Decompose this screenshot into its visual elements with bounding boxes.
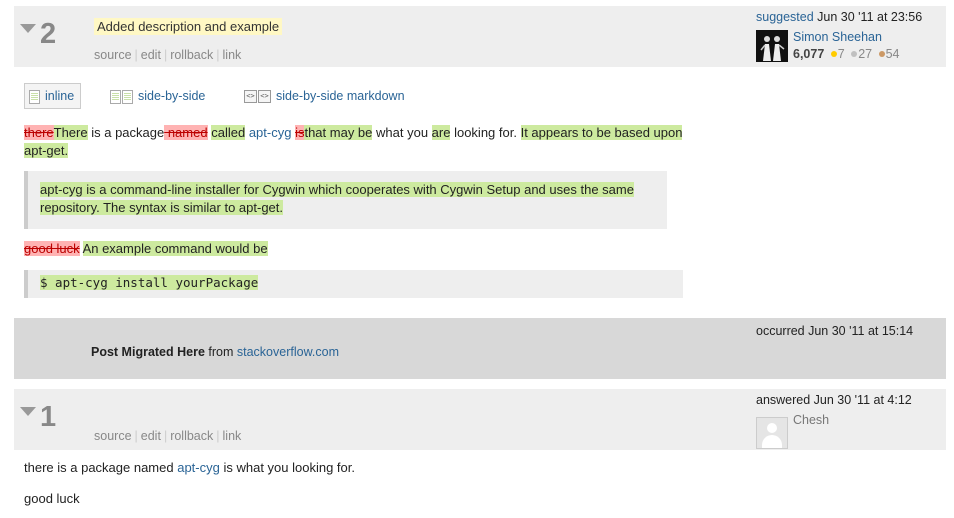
permalink[interactable]: link	[223, 429, 242, 443]
revision-1-paragraph-2: good luck	[24, 491, 80, 506]
edit-link[interactable]: edit	[141, 48, 161, 62]
revision-comment: Added description and example	[94, 18, 283, 35]
action-date: Jun 30 '11 at 23:56	[817, 10, 923, 24]
tab-label: side-by-side markdown	[276, 89, 405, 103]
markdown-icon: <>	[244, 90, 257, 104]
added-text: are	[431, 125, 451, 140]
added-text: An example command would be	[82, 241, 268, 256]
user-name-link[interactable]: Simon Sheehan	[793, 30, 882, 44]
revision-number: 1	[40, 401, 57, 433]
suggested-link[interactable]: suggested	[756, 10, 814, 24]
tab-side-by-side-markdown[interactable]: <> <> side-by-side markdown	[244, 83, 405, 109]
avatar[interactable]	[756, 417, 788, 449]
diff-blockquote: apt-cyg is a command-line installer for …	[24, 171, 667, 229]
apt-cyg-link[interactable]: apt-cyg	[249, 125, 292, 140]
source-site-link[interactable]: stackoverflow.com	[237, 345, 339, 359]
collapse-toggle-icon[interactable]	[20, 24, 36, 33]
revision-2-header: 2 Added description and example source | e…	[14, 6, 946, 67]
tab-inline[interactable]: inline	[24, 83, 82, 109]
code-text: $ apt-cyg install yourPackage	[40, 275, 259, 290]
collapse-toggle-icon[interactable]	[20, 407, 36, 416]
removed-text: named	[164, 125, 208, 140]
removed-text: good luck	[24, 241, 80, 256]
revision-1-header: 1 source | edit | rollback | link answered Jun…	[14, 389, 946, 450]
revision-number: 2	[40, 18, 57, 50]
gold-badge-count: 7	[837, 47, 845, 61]
user-info: suggested Jun 30 '11 at 23:56 Simon Shee…	[756, 10, 946, 62]
text-segment: what you	[372, 125, 432, 140]
migration-date: occurred Jun 30 '11 at 15:14	[756, 324, 914, 338]
silver-badge-icon	[851, 51, 858, 58]
avatar[interactable]	[756, 30, 788, 62]
inline-icon	[29, 89, 40, 104]
silver-badge-count: 27	[858, 47, 873, 61]
permalink[interactable]: link	[223, 48, 242, 62]
side-by-side-icon	[122, 89, 133, 104]
diff-paragraph-2: good luck An example command would be	[24, 240, 694, 258]
text-segment: there is a package named	[24, 460, 178, 475]
answered-date: answered Jun 30 '11 at 4:12	[756, 393, 912, 407]
text-segment: looking for.	[450, 125, 521, 140]
migration-text: Post Migrated Here from stackoverflow.co…	[91, 345, 339, 359]
tab-label: side-by-side	[138, 89, 206, 103]
revision-1-paragraph-1: there is a package named apt-cyg is what…	[24, 460, 355, 475]
edit-link[interactable]: edit	[141, 429, 161, 443]
gold-badge-icon	[830, 51, 837, 58]
bronze-badge-icon	[878, 51, 885, 58]
apt-cyg-link[interactable]: apt-cyg	[177, 460, 220, 475]
revision-links: source | edit | rollback | link	[94, 48, 242, 62]
source-link[interactable]: source	[94, 429, 132, 443]
source-link[interactable]: source	[94, 48, 132, 62]
text-segment: is a package	[87, 125, 165, 140]
added-text: that may be	[304, 125, 373, 140]
reputation-line: 6,077 7 27 54	[793, 47, 900, 61]
revision-links: source | edit | rollback | link	[94, 429, 242, 443]
migration-notice: occurred Jun 30 '11 at 15:14 Post Migrat…	[14, 318, 946, 379]
tab-label: inline	[45, 89, 75, 103]
user-name: Chesh	[793, 413, 830, 427]
migration-from: from	[204, 345, 237, 359]
markdown-icon: <>	[258, 90, 271, 104]
diff-paragraph-1: thereThere is a package named called apt…	[24, 124, 694, 160]
tab-side-by-side[interactable]: side-by-side	[110, 83, 205, 109]
blockquote-text: apt-cyg is a command-line installer for …	[40, 182, 634, 215]
removed-text: there	[24, 125, 54, 140]
added-text: There	[53, 125, 88, 140]
rollback-link[interactable]: rollback	[170, 429, 213, 443]
text-segment: is what you looking for.	[219, 460, 355, 475]
rollback-link[interactable]: rollback	[170, 48, 213, 62]
side-by-side-icon	[110, 89, 121, 104]
bronze-badge-count: 54	[885, 47, 900, 61]
user-info: answered Jun 30 '11 at 4:12 Chesh	[756, 393, 946, 449]
migration-label: Post Migrated Here	[91, 345, 205, 359]
diff-code-block: $ apt-cyg install yourPackage	[24, 270, 683, 298]
added-text: called	[211, 125, 246, 140]
reputation-score: 6,077	[793, 47, 825, 61]
